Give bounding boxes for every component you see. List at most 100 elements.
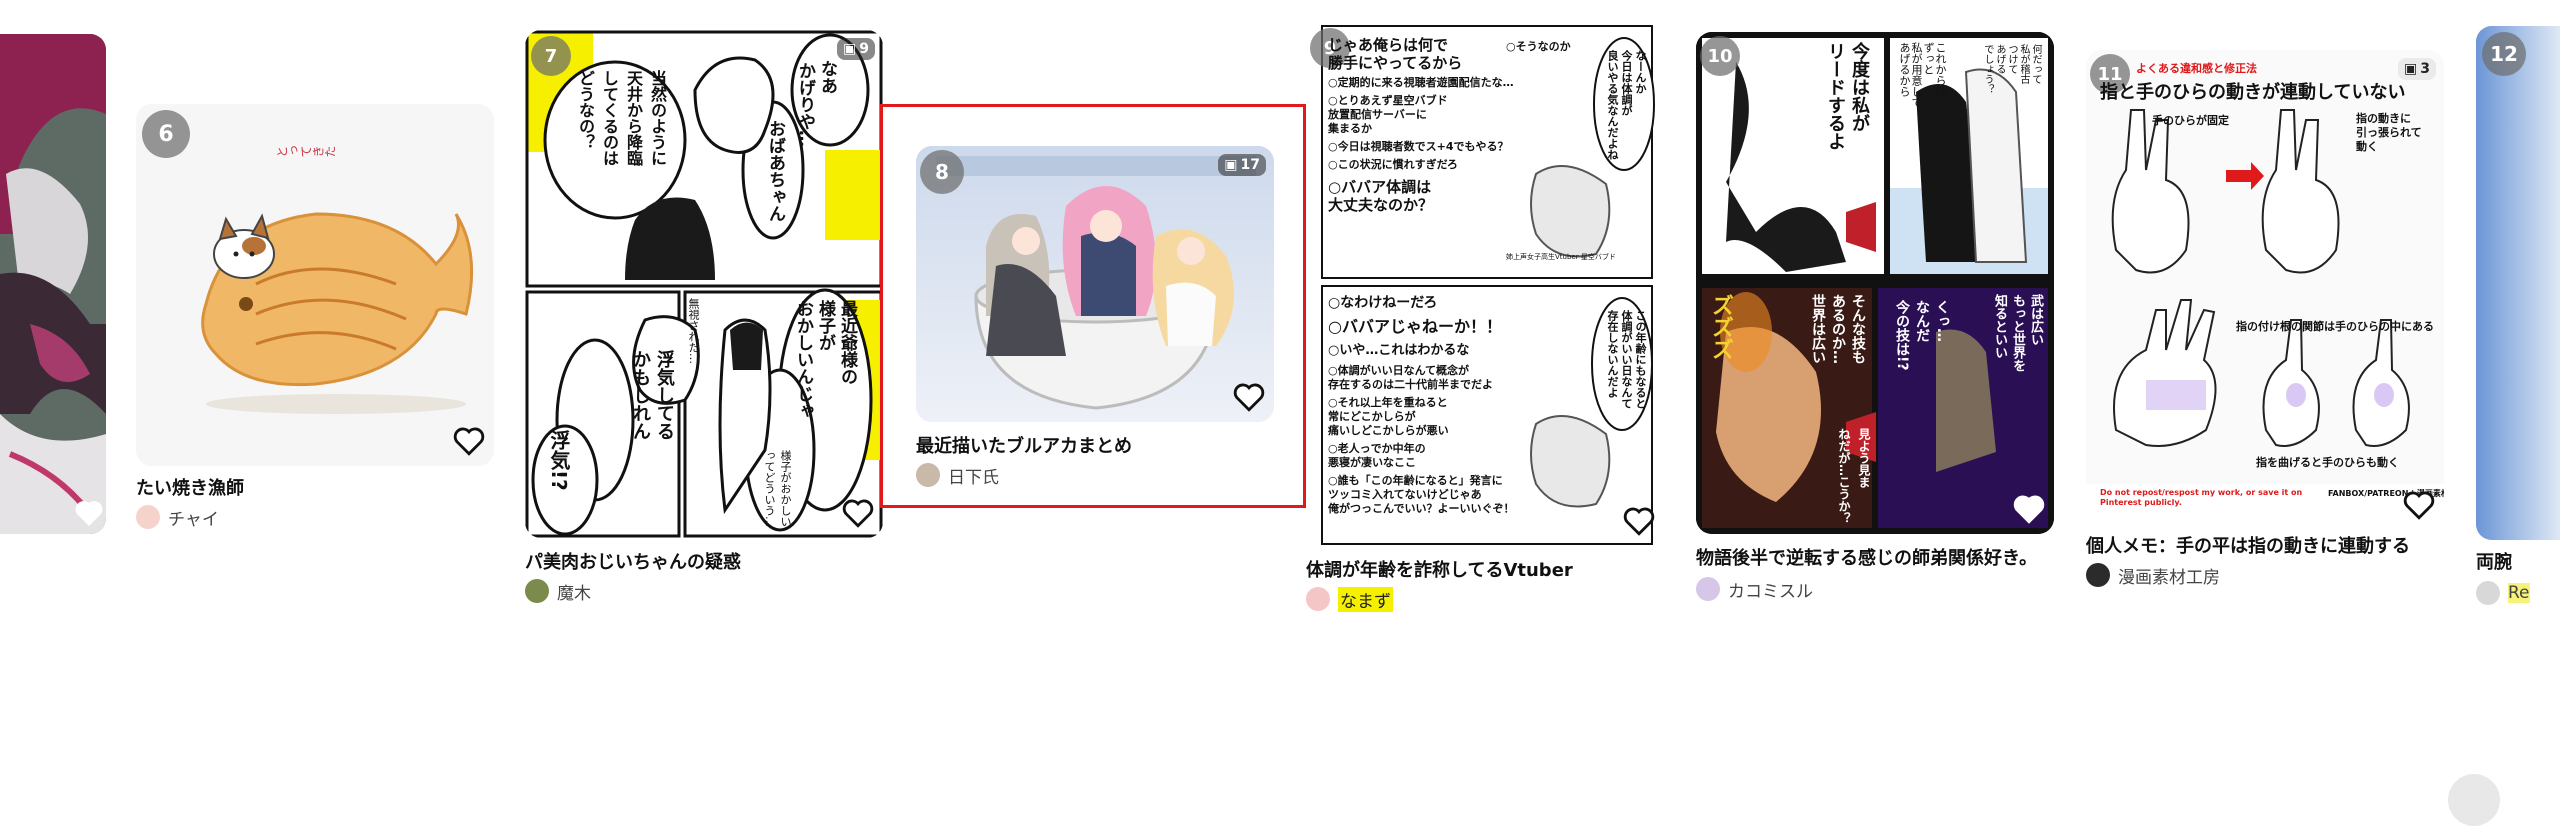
doc-headline: 指と手のひらの動きが連動していない <box>2100 82 2406 103</box>
manga-text: でしょう？ <box>1982 44 1993 94</box>
manga-text: 武は広い <box>2028 294 2043 346</box>
chat-line: ○そうなのか <box>1506 40 1571 53</box>
manga-text: 知るといい <box>1992 294 2007 359</box>
pin-author[interactable]: カコミスル <box>1696 576 1813 602</box>
board-pin-count: ▣ 3 <box>2398 58 2436 80</box>
pin-title[interactable]: 両腕 <box>2476 548 2512 574</box>
chat-lines: じゃあ俺らは何で 勝手にやってるから ○定期的に来る視聴者遊園配信たな… ○とり… <box>1328 36 1558 214</box>
manga-text: もっと世界を <box>2010 294 2025 372</box>
pin-rank-badge: 10 <box>1700 36 1740 76</box>
author-name[interactable]: Re <box>2508 583 2530 603</box>
board-pin-count-value: 3 <box>2420 61 2430 77</box>
manga-text: してくるのは <box>600 70 619 166</box>
manga-text: そんな技も <box>1850 294 1866 364</box>
chat-line: ○老人っでか中年の <box>1328 442 1426 455</box>
chat-line: 常にどこかしらが <box>1328 410 1416 423</box>
pin-author[interactable]: 漫画素材工房 <box>2086 562 2220 588</box>
pin-image[interactable]: 7 ▣ 9 なあ かげりや… おばあちゃん 当然のように 天井から降臨 してくる… <box>525 30 883 538</box>
manga-text: 見よう見ま <box>1857 428 1871 488</box>
board-pin-count: ▣ 9 <box>837 38 875 60</box>
pin-image[interactable]: 8 ▣ 17 <box>916 146 1274 422</box>
pin-image[interactable]: 9 じゃあ俺らは何で 勝手にやってるから ○定期的に来る視聴者遊園配信たな… ○… <box>1306 24 1664 546</box>
save-heart-button[interactable] <box>841 496 875 530</box>
pin-image[interactable]: 11 ▣ 3 よくある違和感と修正法 指と手のひらの動きが連動していない 手のひ… <box>2086 50 2444 526</box>
author-avatar[interactable] <box>136 505 160 529</box>
manga-text: どうなの？ <box>576 70 595 150</box>
chat-line: 集まるか <box>1328 122 1372 135</box>
save-heart-button[interactable] <box>1622 504 1656 538</box>
chat-line: 痛いしどこかしらが悪い <box>1328 424 1449 437</box>
pin-title[interactable]: パ美肉おじいちゃんの疑惑 <box>525 548 741 574</box>
manga-text: 良いやる気なんだよね <box>1606 50 1619 160</box>
author-name[interactable]: 漫画素材工房 <box>2118 563 2220 588</box>
pin-stack-icon: ▣ <box>843 41 857 57</box>
pin-overlay-text: とってきた <box>276 145 336 159</box>
heart-icon <box>842 499 874 528</box>
pin-title[interactable]: 個人メモ：手の平は指の動きに連動する <box>2086 532 2410 558</box>
chat-line: 悪寝が凄いなここ <box>1328 456 1416 469</box>
board-pin-count-value: 9 <box>859 41 869 57</box>
save-heart-button[interactable] <box>2402 488 2436 522</box>
chat-line: ○誰も「この年齢になると」発言に <box>1328 474 1503 487</box>
pin-author[interactable]: チャイ <box>136 504 219 530</box>
author-name[interactable]: チャイ <box>168 505 219 530</box>
chat-line: 放置配信サーバーに <box>1328 108 1427 121</box>
author-avatar[interactable] <box>1306 587 1330 611</box>
board-pin-count: ▣ 17 <box>1218 154 1266 176</box>
pin-rank-badge: 6 <box>142 110 190 158</box>
author-avatar[interactable] <box>1696 577 1720 601</box>
author-name[interactable]: カコミスル <box>1728 577 1813 602</box>
manga-text: 無視された… <box>687 298 700 364</box>
manga-text: 存在しないんだよ <box>1606 310 1619 398</box>
author-name[interactable]: なまず <box>1338 586 1393 612</box>
chat-line: 俺がつっこんでいい？よーいいぐぞ！ <box>1328 502 1515 515</box>
author-avatar[interactable] <box>525 579 549 603</box>
manga-text: なーんか <box>1634 50 1647 94</box>
pin-image[interactable]: 6 とってきた <box>136 104 494 466</box>
save-heart-button[interactable] <box>1232 380 1266 414</box>
pin-title[interactable]: 体調が年齢を詐称してるVtuber <box>1306 556 1573 582</box>
manga-text: 天井から降臨 <box>624 70 643 166</box>
manga-text: おばあちゃん <box>765 120 785 222</box>
pin-image[interactable] <box>0 34 106 534</box>
manga-text: 今の技は!? <box>1894 300 1910 371</box>
pin-image[interactable]: 12 <box>2476 26 2560 540</box>
manga-text: 様子がおかしいってどういう… <box>763 450 792 527</box>
chat-line: ○いや…これはわかるな <box>1328 343 1470 358</box>
manga-text: 世界は広い <box>1810 294 1826 364</box>
pin-author[interactable]: Re <box>2476 580 2530 606</box>
pin-card-5[interactable] <box>0 34 106 534</box>
save-heart-button[interactable] <box>452 424 486 458</box>
pin-title[interactable]: 最近描いたブルアカまとめ <box>916 432 1132 458</box>
author-avatar[interactable] <box>916 463 940 487</box>
pin-title[interactable]: たい焼き漁師 <box>136 474 244 500</box>
manga-text: リードするよ <box>1825 42 1846 150</box>
heart-icon <box>2403 491 2435 520</box>
manga-text: ねだが…こうか？ <box>1837 428 1851 524</box>
doc-label: 手のひらが固定 <box>2152 114 2229 127</box>
caption-text: 姉上声女子高生Vtuber 星空バブド <box>1506 253 1616 261</box>
author-avatar[interactable] <box>2086 563 2110 587</box>
chat-line: ○それ以上年を重ねると <box>1328 396 1448 409</box>
author-name[interactable]: 魔木 <box>557 579 591 604</box>
manga-text: かもしれん <box>630 350 651 440</box>
manga-text: かげりや… <box>795 62 815 147</box>
scroll-next-button[interactable] <box>2448 774 2500 826</box>
pin-author[interactable]: 魔木 <box>525 578 591 604</box>
save-heart-button[interactable] <box>72 496 106 530</box>
chat-lines: ○なわけねーだろ ○ババアじゃねーか！！ ○いや…これはわかるな ○体調がいい日… <box>1328 294 1578 516</box>
chat-line: 存在するのは二十代前半までだよ <box>1328 378 1493 391</box>
manga-text: ズズズ <box>1708 294 1733 360</box>
pin-stack-icon: ▣ <box>2404 61 2418 77</box>
save-heart-button[interactable] <box>2012 492 2046 526</box>
pin-artwork <box>916 146 1274 422</box>
chat-line: ツッコミ入れてないけどじゃあ <box>1328 488 1482 501</box>
author-avatar[interactable] <box>2476 581 2500 605</box>
pin-image[interactable]: 10 今度は私が リードするよ これからは ずっと 私が用意して あげるから 何… <box>1696 32 2054 534</box>
pin-author[interactable]: 日下氏 <box>916 462 999 488</box>
pin-title[interactable]: 物語後半で逆転する感じの師弟関係好き。 <box>1696 544 2037 570</box>
chat-line: ○とりあえず星空バブド <box>1328 94 1448 107</box>
pin-author[interactable]: なまず <box>1306 586 1393 612</box>
pin-rank-badge: 12 <box>2482 32 2526 76</box>
author-name[interactable]: 日下氏 <box>948 463 999 488</box>
